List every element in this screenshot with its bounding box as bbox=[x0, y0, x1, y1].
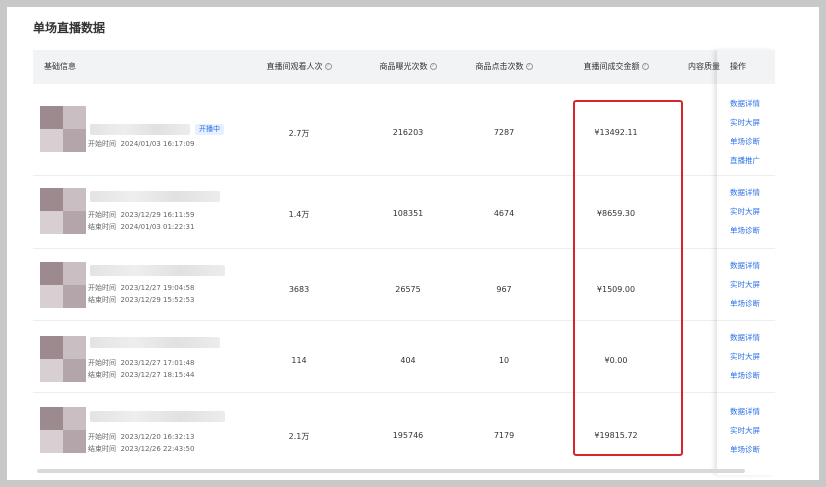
end-time: 结束时间 2023/12/29 15:52:53 bbox=[88, 296, 195, 304]
row-actions: 数据详情 实时大屏 单场诊断 bbox=[730, 183, 760, 240]
clicks-value: 4674 bbox=[493, 209, 515, 218]
col-actions: 操作 bbox=[730, 62, 746, 71]
start-time: 开始时间 2023/12/27 17:01:48 bbox=[88, 359, 195, 367]
viewers-value: 114 bbox=[291, 356, 307, 365]
col-exposures: 商品曝光次数? bbox=[373, 50, 443, 84]
session-diagnosis-link[interactable]: 单场诊断 bbox=[730, 366, 760, 385]
exposures-value: 195746 bbox=[392, 431, 424, 440]
live-title-blurred bbox=[90, 337, 220, 348]
row-actions: 数据详情 实时大屏 单场诊断 直播推广 bbox=[730, 94, 760, 170]
row-actions: 数据详情 实时大屏 单场诊断 bbox=[730, 256, 760, 313]
viewers-value: 2.1万 bbox=[288, 432, 310, 441]
gmv-highlight-box bbox=[573, 100, 683, 456]
live-cover-thumbnail[interactable] bbox=[40, 336, 86, 382]
start-time: 开始时间 2024/01/03 16:17:09 bbox=[88, 140, 195, 148]
live-title-blurred bbox=[90, 124, 190, 135]
session-diagnosis-link[interactable]: 单场诊断 bbox=[730, 440, 760, 459]
session-diagnosis-link[interactable]: 单场诊断 bbox=[730, 132, 760, 151]
col-basic-info: 基础信息 bbox=[44, 62, 76, 71]
live-data-table: 基础信息 直播间观看人次? 商品曝光次数? 商品点击次数? 直播间成交金额? 内… bbox=[33, 50, 775, 475]
live-cover-thumbnail[interactable] bbox=[40, 188, 86, 234]
viewers-value: 1.4万 bbox=[288, 210, 310, 219]
live-cover-thumbnail[interactable] bbox=[40, 407, 86, 453]
window-frame: 单场直播数据 基础信息 直播间观看人次? 商品曝光次数? 商品点击次数? 直播间… bbox=[7, 7, 819, 480]
viewers-value: 2.7万 bbox=[288, 129, 310, 138]
exposures-value: 108351 bbox=[392, 209, 424, 218]
row-actions: 数据详情 实时大屏 单场诊断 bbox=[730, 402, 760, 459]
live-title-blurred bbox=[90, 191, 220, 202]
start-time: 开始时间 2023/12/29 16:11:59 bbox=[88, 211, 195, 219]
info-icon[interactable]: ? bbox=[429, 63, 437, 70]
exposures-value: 216203 bbox=[392, 128, 424, 137]
info-icon[interactable]: ? bbox=[324, 63, 332, 70]
clicks-value: 10 bbox=[498, 356, 510, 365]
start-time: 开始时间 2023/12/20 16:32:13 bbox=[88, 433, 195, 441]
status-badge: 开播中 bbox=[195, 124, 224, 135]
start-time: 开始时间 2023/12/27 19:04:58 bbox=[88, 284, 195, 292]
realtime-screen-link[interactable]: 实时大屏 bbox=[730, 202, 760, 221]
row-actions: 数据详情 实时大屏 单场诊断 bbox=[730, 328, 760, 385]
exposures-value: 26575 bbox=[395, 285, 421, 294]
col-content-quality: 内容质量 bbox=[688, 62, 720, 71]
end-time: 结束时间 2024/01/03 01:22:31 bbox=[88, 223, 195, 231]
live-cover-thumbnail[interactable] bbox=[40, 262, 86, 308]
info-icon[interactable]: ? bbox=[525, 63, 533, 70]
exposures-value: 404 bbox=[400, 356, 416, 365]
page-title: 单场直播数据 bbox=[33, 21, 106, 35]
data-detail-link[interactable]: 数据详情 bbox=[730, 402, 760, 421]
table-header: 基础信息 直播间观看人次? 商品曝光次数? 商品点击次数? 直播间成交金额? 内… bbox=[33, 50, 775, 84]
session-diagnosis-link[interactable]: 单场诊断 bbox=[730, 221, 760, 240]
live-title-blurred bbox=[90, 411, 225, 422]
horizontal-scrollbar[interactable] bbox=[37, 469, 745, 473]
data-detail-link[interactable]: 数据详情 bbox=[730, 183, 760, 202]
col-viewers: 直播间观看人次? bbox=[261, 50, 337, 84]
col-clicks: 商品点击次数? bbox=[469, 50, 539, 84]
col-gmv: 直播间成交金额? bbox=[578, 50, 654, 84]
realtime-screen-link[interactable]: 实时大屏 bbox=[730, 113, 760, 132]
realtime-screen-link[interactable]: 实时大屏 bbox=[730, 347, 760, 366]
live-title-blurred bbox=[90, 265, 225, 276]
data-detail-link[interactable]: 数据详情 bbox=[730, 94, 760, 113]
clicks-value: 7287 bbox=[493, 128, 515, 137]
realtime-screen-link[interactable]: 实时大屏 bbox=[730, 421, 760, 440]
viewers-value: 3683 bbox=[288, 285, 310, 294]
clicks-value: 7179 bbox=[493, 431, 515, 440]
live-promotion-link[interactable]: 直播推广 bbox=[730, 151, 760, 170]
end-time: 结束时间 2023/12/27 18:15:44 bbox=[88, 371, 195, 379]
end-time: 结束时间 2023/12/26 22:43:50 bbox=[88, 445, 195, 453]
session-diagnosis-link[interactable]: 单场诊断 bbox=[730, 294, 760, 313]
realtime-screen-link[interactable]: 实时大屏 bbox=[730, 275, 760, 294]
data-detail-link[interactable]: 数据详情 bbox=[730, 256, 760, 275]
info-icon[interactable]: ? bbox=[641, 63, 649, 70]
clicks-value: 967 bbox=[496, 285, 512, 294]
live-cover-thumbnail[interactable] bbox=[40, 106, 86, 152]
data-detail-link[interactable]: 数据详情 bbox=[730, 328, 760, 347]
